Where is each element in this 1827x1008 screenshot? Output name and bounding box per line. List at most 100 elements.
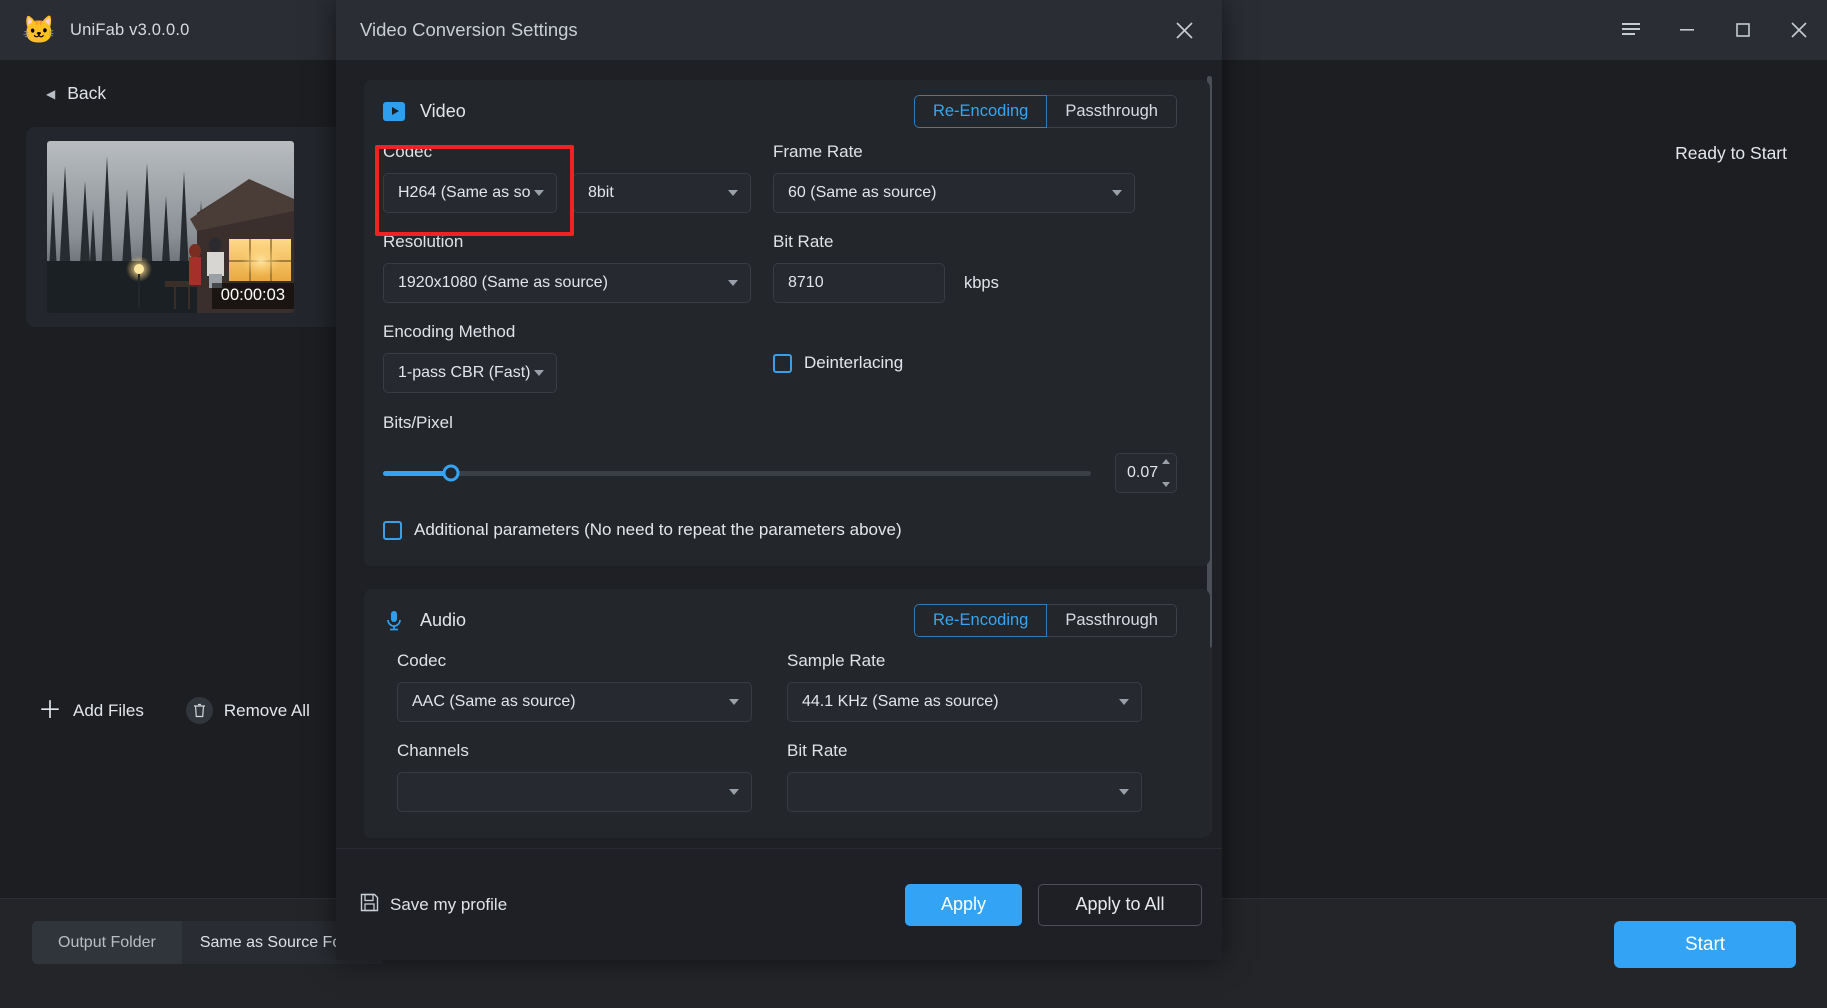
bits-per-pixel-slider[interactable] xyxy=(383,464,1091,482)
audio-bit-rate-label: Bit Rate xyxy=(787,741,848,760)
encoding-method-group: Encoding Method 1-pass CBR (Fast) xyxy=(383,322,773,393)
video-bit-rate-unit: kbps xyxy=(964,273,999,292)
resolution-label: Resolution xyxy=(383,232,464,251)
audio-codec-select[interactable]: AAC (Same as source) xyxy=(397,682,752,722)
audio-channels-group: Channels xyxy=(397,741,787,812)
audio-mode-re-encoding[interactable]: Re-Encoding xyxy=(913,603,1048,637)
bits-per-pixel-slider-row: 0.07 xyxy=(383,453,1177,493)
save-profile-button[interactable]: Save my profile xyxy=(360,893,507,917)
spinner-down-icon[interactable] xyxy=(1162,482,1170,487)
dialog-body: Video Re-Encoding Passthrough Codec H264… xyxy=(336,60,1222,848)
deinterlacing-checkbox[interactable] xyxy=(773,353,792,373)
frame-rate-value: 60 (Same as source) xyxy=(788,184,937,201)
chevron-down-icon xyxy=(728,190,738,196)
audio-codec-value: AAC (Same as source) xyxy=(412,693,576,710)
bits-per-pixel-group: Bits/Pixel 0.07 xyxy=(383,413,1177,493)
channels-label: Channels xyxy=(397,741,469,760)
minimize-icon[interactable] xyxy=(1659,0,1715,60)
dialog-close-icon[interactable] xyxy=(1162,8,1206,52)
audio-bit-rate-select[interactable] xyxy=(787,772,1142,812)
encoding-method-label: Encoding Method xyxy=(383,322,516,341)
audio-section-header: Audio Re-Encoding Passthrough xyxy=(364,589,1210,651)
sample-rate-value: 44.1 KHz (Same as source) xyxy=(802,693,999,710)
video-thumbnail[interactable]: 00:00:03 xyxy=(47,141,294,313)
video-play-icon xyxy=(383,101,405,121)
audio-samplerate-group: Sample Rate 44.1 KHz (Same as source) xyxy=(787,651,1177,722)
codec-group: Codec H264 (Same as so 8bit xyxy=(383,142,773,213)
frame-rate-label: Frame Rate xyxy=(773,142,863,161)
app-title: UniFab v3.0.0.0 xyxy=(70,20,190,39)
dialog-header: Video Conversion Settings xyxy=(336,0,1222,60)
slider-fill xyxy=(383,470,451,476)
remove-all-button[interactable]: Remove All xyxy=(185,697,310,724)
microphone-icon xyxy=(383,609,405,631)
audio-mode-passthrough[interactable]: Passthrough xyxy=(1047,603,1177,637)
file-actions: ＋ Add Files Remove All xyxy=(38,697,310,724)
audio-mode-toggle: Re-Encoding Passthrough xyxy=(913,603,1177,637)
encoding-deinterlace-row: Encoding Method 1-pass CBR (Fast) Deinte… xyxy=(383,322,1177,393)
maximize-icon[interactable] xyxy=(1715,0,1771,60)
frame-rate-select[interactable]: 60 (Same as source) xyxy=(773,173,1135,213)
chevron-left-icon: ◀ xyxy=(46,86,56,101)
deinterlacing-label: Deinterlacing xyxy=(804,353,904,372)
output-folder-label: Output Folder xyxy=(32,921,182,964)
deinterlacing-group: Deinterlacing xyxy=(773,322,1163,393)
video-mode-passthrough[interactable]: Passthrough xyxy=(1047,94,1177,128)
save-profile-label: Save my profile xyxy=(390,894,508,914)
video-mode-re-encoding[interactable]: Re-Encoding xyxy=(913,94,1048,128)
chevron-down-icon xyxy=(1119,699,1129,705)
dialog-title: Video Conversion Settings xyxy=(360,19,578,40)
slider-thumb[interactable] xyxy=(442,464,460,482)
chevron-down-icon xyxy=(729,789,739,795)
bit-depth-select[interactable]: 8bit xyxy=(573,173,751,213)
video-duration-badge: 00:00:03 xyxy=(211,283,294,309)
encoding-method-value: 1-pass CBR (Fast) xyxy=(398,364,531,381)
additional-parameters-checkbox[interactable] xyxy=(383,520,402,540)
add-files-button[interactable]: ＋ Add Files xyxy=(38,696,144,724)
bits-per-pixel-value: 0.07 xyxy=(1127,464,1159,481)
back-label: Back xyxy=(67,83,107,103)
dialog-footer-buttons: Apply Apply to All xyxy=(905,883,1202,926)
floppy-save-icon xyxy=(360,893,379,917)
video-bit-rate-label: Bit Rate xyxy=(773,232,834,251)
sample-rate-select[interactable]: 44.1 KHz (Same as source) xyxy=(787,682,1142,722)
video-codec-value: H264 (Same as so xyxy=(398,184,531,201)
audio-codec-group: Codec AAC (Same as source) xyxy=(397,651,787,722)
video-fields: Codec H264 (Same as so 8bit Frame Rate 6… xyxy=(364,142,1210,566)
output-folder-group: Output Folder Same as Source Folder xyxy=(32,921,382,964)
audio-bitrate-group: Bit Rate xyxy=(787,741,1177,812)
additional-parameters-row[interactable]: Additional parameters (No need to repeat… xyxy=(383,520,1177,540)
remove-all-label: Remove All xyxy=(223,700,310,720)
cat-icon: 🐱 xyxy=(22,14,56,45)
bits-per-pixel-label: Bits/Pixel xyxy=(383,413,453,432)
chevron-down-icon xyxy=(729,699,739,705)
chevron-down-icon xyxy=(534,370,544,376)
video-codec-select[interactable]: H264 (Same as so xyxy=(383,173,557,213)
resolution-value: 1920x1080 (Same as source) xyxy=(398,274,608,291)
apply-to-all-button[interactable]: Apply to All xyxy=(1038,883,1202,926)
spinner-up-icon[interactable] xyxy=(1162,459,1170,464)
audio-section-title: Audio xyxy=(420,609,467,630)
back-button[interactable]: ◀ Back xyxy=(46,83,106,104)
deinterlacing-checkbox-row[interactable]: Deinterlacing xyxy=(773,353,1163,373)
video-bit-rate-input[interactable]: 8710 xyxy=(773,263,945,303)
bits-per-pixel-spinner[interactable]: 0.07 xyxy=(1115,453,1177,493)
chevron-down-icon xyxy=(1119,789,1129,795)
video-section-title: Video xyxy=(420,100,466,121)
hamburger-menu-icon[interactable] xyxy=(1603,0,1659,60)
resolution-select[interactable]: 1920x1080 (Same as source) xyxy=(383,263,751,303)
window-controls xyxy=(1603,0,1827,60)
close-icon[interactable] xyxy=(1771,0,1827,60)
audio-channels-bitrate-row: Channels Bit Rate xyxy=(397,741,1177,812)
audio-settings-section: Audio Re-Encoding Passthrough Codec AAC … xyxy=(364,589,1210,838)
encoding-method-select[interactable]: 1-pass CBR (Fast) xyxy=(383,353,557,393)
channels-select[interactable] xyxy=(397,772,752,812)
status-ready-text: Ready to Start xyxy=(1675,143,1787,163)
plus-icon: ＋ xyxy=(38,696,62,724)
apply-button[interactable]: Apply xyxy=(905,883,1022,926)
start-button[interactable]: Start xyxy=(1614,921,1796,968)
video-section-header: Video Re-Encoding Passthrough xyxy=(364,80,1210,142)
audio-codec-label: Codec xyxy=(397,651,447,670)
audio-fields: Codec AAC (Same as source) Sample Rate 4… xyxy=(364,651,1210,838)
codec-label: Codec xyxy=(383,142,433,161)
